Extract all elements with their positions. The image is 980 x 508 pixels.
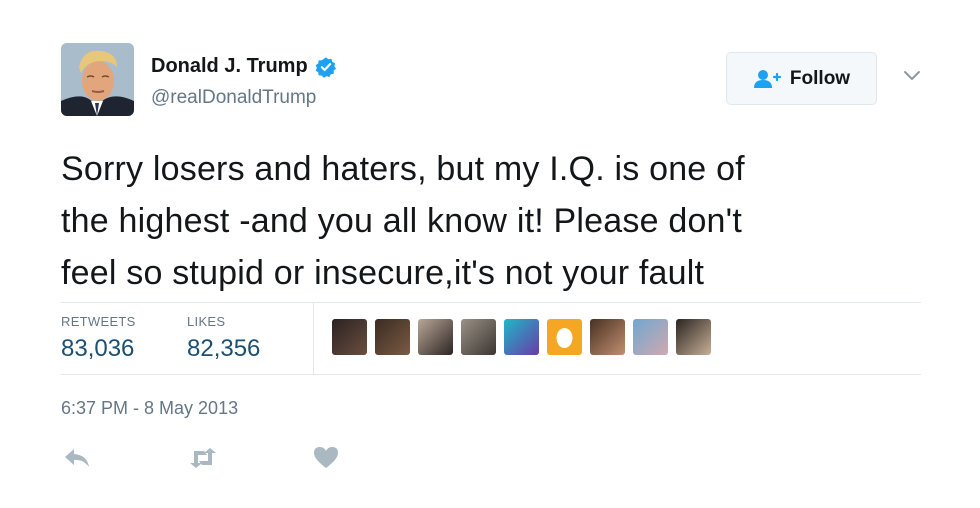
author-name-row[interactable]: Donald J. Trump bbox=[151, 55, 337, 78]
liker-avatar[interactable] bbox=[418, 319, 453, 355]
liker-avatar[interactable] bbox=[332, 319, 367, 355]
liker-avatar[interactable] bbox=[633, 319, 668, 355]
follow-button-label: Follow bbox=[789, 67, 851, 89]
liker-avatar[interactable] bbox=[375, 319, 410, 355]
author-handle[interactable]: @realDonaldTrump bbox=[151, 87, 316, 109]
liker-avatar[interactable] bbox=[547, 319, 582, 355]
liker-avatar[interactable] bbox=[590, 319, 625, 355]
tweet-text-line: the highest -and you all know it! Please… bbox=[61, 202, 742, 240]
liker-avatar[interactable] bbox=[461, 319, 496, 355]
stats-divider-bottom bbox=[61, 374, 921, 375]
retweets-stat[interactable]: RETWEETS 83,036 bbox=[61, 314, 136, 363]
author-avatar[interactable] bbox=[61, 43, 134, 116]
likes-stat[interactable]: LIKES 82,356 bbox=[187, 314, 260, 363]
like-heart-icon[interactable] bbox=[313, 446, 339, 470]
retweets-label: RETWEETS bbox=[61, 314, 136, 329]
verified-badge-icon bbox=[315, 56, 336, 78]
liker-avatar[interactable] bbox=[676, 319, 711, 355]
author-name[interactable]: Donald J. Trump bbox=[151, 55, 308, 78]
likes-label: LIKES bbox=[187, 314, 226, 329]
tweet-text-line: Sorry losers and haters, but my I.Q. is … bbox=[61, 150, 745, 188]
liker-avatars bbox=[332, 319, 711, 355]
follow-user-icon bbox=[753, 69, 781, 88]
retweets-count[interactable]: 83,036 bbox=[61, 335, 136, 363]
follow-button[interactable]: Follow bbox=[726, 52, 877, 105]
likes-count[interactable]: 82,356 bbox=[187, 335, 260, 363]
chevron-down-icon[interactable] bbox=[903, 70, 921, 82]
liker-avatar[interactable] bbox=[504, 319, 539, 355]
reply-icon[interactable] bbox=[63, 446, 91, 470]
stats-divider-vertical bbox=[313, 302, 314, 374]
tweet-timestamp[interactable]: 6:37 PM - 8 May 2013 bbox=[61, 398, 238, 419]
stats-divider-top bbox=[61, 302, 921, 303]
tweet-text: Sorry losers and haters, but my I.Q. is … bbox=[61, 143, 921, 299]
retweet-icon[interactable] bbox=[187, 446, 219, 470]
tweet-text-line: feel so stupid or insecure,it's not your… bbox=[61, 254, 705, 292]
